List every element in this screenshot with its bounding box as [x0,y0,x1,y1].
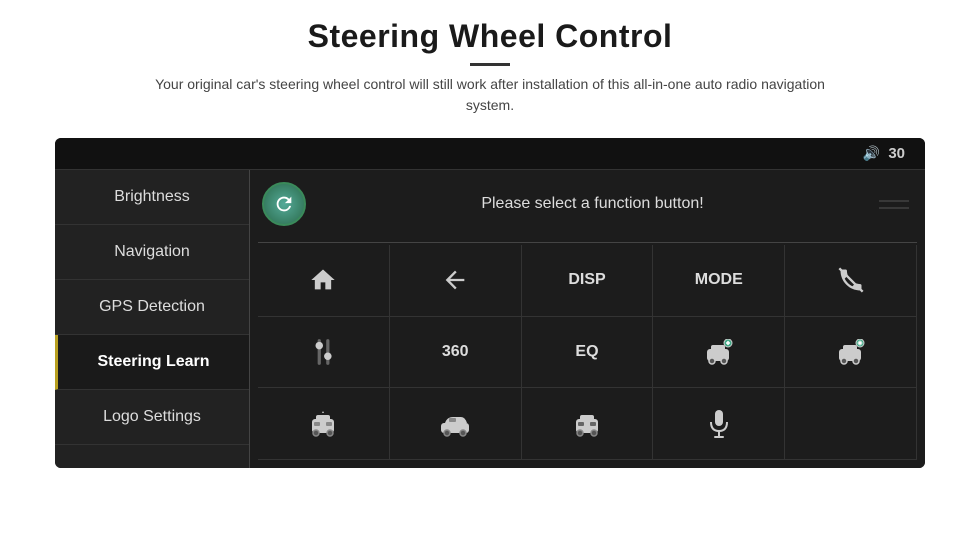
page-subtitle: Your original car's steering wheel contr… [140,74,840,116]
page-title: Steering Wheel Control [60,18,920,55]
sidebar-item-gps[interactable]: GPS Detection [55,280,249,335]
device-screen: 🔊 30 Brightness Navigation GPS Detection… [55,138,925,468]
microphone-icon [708,409,730,439]
grid-cell-car-side[interactable] [390,388,522,460]
car-rear-icon [572,411,602,437]
car-side-icon [439,411,471,437]
grid-cell-mode[interactable]: MODE [653,245,785,317]
grid-cell-camera1[interactable] [653,317,785,389]
grid-cell-phone-mute[interactable] [785,245,917,317]
grid-cell-360[interactable]: 360 [390,317,522,389]
back-icon [441,266,469,294]
sidebar-item-brightness[interactable]: Brightness [55,170,249,225]
grid-cell-back[interactable] [390,245,522,317]
grid-cell-empty [785,388,917,460]
home-icon [308,266,338,294]
grid-cell-eq[interactable]: EQ [522,317,654,389]
disp-label: DISP [568,271,605,289]
title-divider [470,63,510,66]
grid-cell-microphone[interactable] [653,388,785,460]
refresh-icon [273,193,295,215]
sidebar-item-navigation[interactable]: Navigation [55,225,249,280]
grid-cell-camera2[interactable] [785,317,917,389]
function-prompt: Please select a function button! [318,195,867,213]
sidebar-item-steering-learn[interactable]: Steering Learn [55,335,249,390]
grid-cell-home[interactable] [258,245,390,317]
refresh-button[interactable] [262,182,306,226]
grid-cell-car-rear[interactable] [522,388,654,460]
page-header: Steering Wheel Control Your original car… [0,0,980,126]
car-front-icon [308,411,338,437]
volume-icon: 🔊 [863,145,880,162]
divider [258,242,917,243]
grid-cell-disp[interactable]: DISP [522,245,654,317]
button-grid: DISP MODE [258,245,917,460]
sidebar: Brightness Navigation GPS Detection Stee… [55,170,250,468]
volume-number: 30 [888,145,905,162]
camera2-icon [836,339,866,365]
main-content: Please select a function button! [250,170,925,468]
360-label: 360 [442,343,469,361]
device-top-bar: 🔊 30 [55,138,925,170]
phone-mute-icon [837,266,865,294]
tune-icon [309,337,337,367]
grid-cell-car-front[interactable] [258,388,390,460]
device-body: Brightness Navigation GPS Detection Stee… [55,170,925,468]
function-bar: Please select a function button! [258,178,917,230]
top-right-area [879,199,913,210]
sidebar-item-logo-settings[interactable]: Logo Settings [55,390,249,445]
camera1-icon [704,339,734,365]
mode-label: MODE [695,271,743,289]
grid-cell-tune[interactable] [258,317,390,389]
eq-label: EQ [575,343,598,361]
